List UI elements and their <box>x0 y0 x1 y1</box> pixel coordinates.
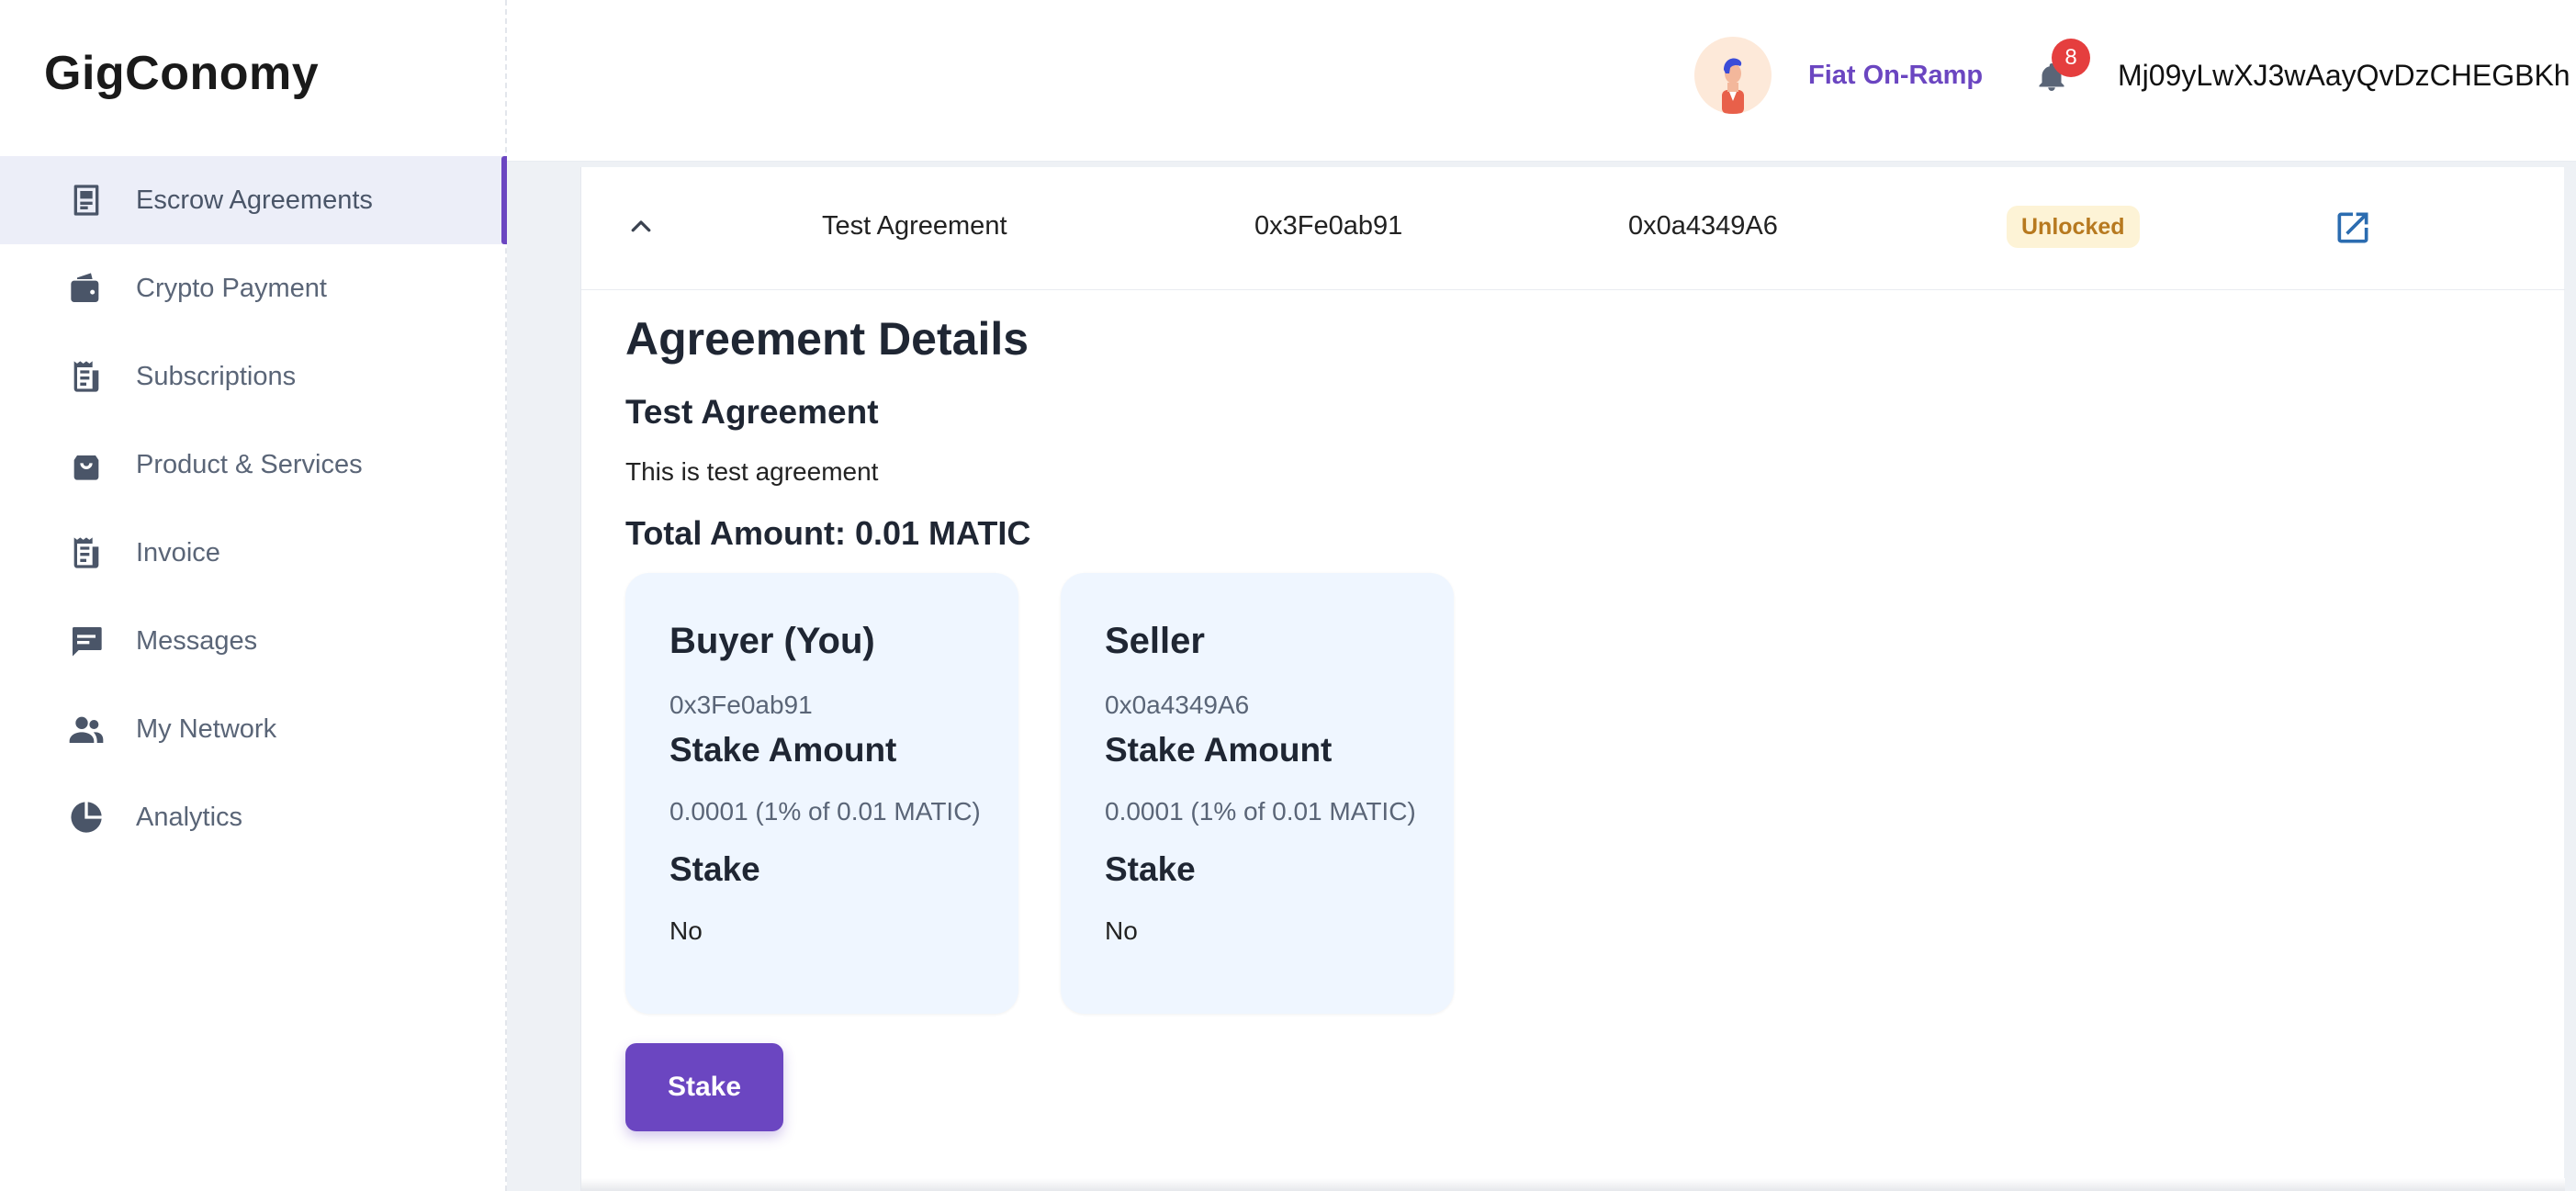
seller-card: Seller 0x0a4349A6 Stake Amount 0.0001 (1… <box>1061 573 1454 1014</box>
sidebar-item-crypto-payment[interactable]: Crypto Payment <box>0 244 507 332</box>
status-badge: Unlocked <box>2007 206 2140 248</box>
sidebar-item-analytics[interactable]: Analytics <box>0 773 507 861</box>
sidebar-item-label: Escrow Agreements <box>136 185 373 215</box>
shopping-bag-icon <box>68 446 105 483</box>
people-icon <box>68 711 105 747</box>
chevron-up-icon[interactable] <box>627 213 655 241</box>
sidebar-item-messages[interactable]: Messages <box>0 597 507 685</box>
horizontal-scrollbar[interactable] <box>581 1178 2565 1191</box>
table-row[interactable]: Test Agreement 0x3Fe0ab91 0x0a4349A6 Unl… <box>581 167 2565 290</box>
fiat-on-ramp-link[interactable]: Fiat On-Ramp <box>1808 61 1983 91</box>
seller-stake-amount-label: Stake Amount <box>1105 731 1333 769</box>
seller-address: 0x0a4349A6 <box>1105 691 1250 719</box>
sidebar: GigConomy Escrow Agreements Crypto Payme… <box>0 0 507 1191</box>
wallet-icon <box>68 270 105 307</box>
seller-address-cell: 0x0a4349A6 <box>1628 211 1778 241</box>
seller-stake-label: Stake <box>1105 850 1196 888</box>
buyer-stake-amount: 0.0001 (1% of 0.01 MATIC) <box>669 797 981 826</box>
wallet-address[interactable]: Mj09yLwXJ3wAayQvDzCHEGBKh <box>2118 59 2574 93</box>
buyer-stake-label: Stake <box>669 850 760 888</box>
details-heading: Agreement Details <box>625 313 1029 365</box>
buyer-stake-amount-label: Stake Amount <box>669 731 897 769</box>
sidebar-item-label: Invoice <box>136 537 220 567</box>
sidebar-item-escrow-agreements[interactable]: Escrow Agreements <box>0 156 507 244</box>
sidebar-nav: Escrow Agreements Crypto Payment Subscri… <box>0 156 507 861</box>
sidebar-item-label: Product & Services <box>136 449 363 479</box>
external-link-icon[interactable] <box>2333 208 2373 248</box>
seller-title: Seller <box>1105 621 1205 661</box>
buyer-address-cell: 0x3Fe0ab91 <box>1254 211 1403 241</box>
sidebar-item-label: Messages <box>136 625 258 656</box>
receipt-icon <box>68 358 105 395</box>
sidebar-item-my-network[interactable]: My Network <box>0 685 507 773</box>
buyer-address: 0x3Fe0ab91 <box>669 691 813 719</box>
buyer-title: Buyer (You) <box>669 621 875 661</box>
receipt-icon <box>68 534 105 571</box>
stake-button[interactable]: Stake <box>625 1043 783 1131</box>
seller-stake-amount: 0.0001 (1% of 0.01 MATIC) <box>1105 797 1416 826</box>
document-icon <box>68 182 105 219</box>
total-amount: Total Amount: 0.01 MATIC <box>625 514 1031 552</box>
sidebar-item-invoice[interactable]: Invoice <box>0 509 507 597</box>
sidebar-item-subscriptions[interactable]: Subscriptions <box>0 332 507 421</box>
sidebar-item-label: My Network <box>136 713 277 744</box>
app-logo[interactable]: GigConomy <box>44 46 319 101</box>
pie-chart-icon <box>68 799 105 836</box>
buyer-stake-value: No <box>669 916 703 945</box>
sidebar-item-label: Crypto Payment <box>136 273 327 303</box>
notification-badge: 8 <box>2052 39 2090 77</box>
sidebar-item-product-services[interactable]: Product & Services <box>0 421 507 509</box>
sidebar-item-label: Analytics <box>136 802 243 832</box>
sidebar-item-label: Subscriptions <box>136 361 297 391</box>
top-header: Fiat On-Ramp 8 Mj09yLwXJ3wAayQvDzCHEGBKh <box>507 0 2576 162</box>
agreement-name-cell: Test Agreement <box>822 211 1007 241</box>
agreement-title: Test Agreement <box>625 393 879 431</box>
avatar[interactable] <box>1694 37 1772 114</box>
chat-icon <box>68 623 105 659</box>
main-content: Test Agreement 0x3Fe0ab91 0x0a4349A6 Unl… <box>580 167 2565 1191</box>
seller-stake-value: No <box>1105 916 1138 945</box>
agreement-description: This is test agreement <box>625 457 879 486</box>
buyer-card: Buyer (You) 0x3Fe0ab91 Stake Amount 0.00… <box>625 573 1018 1014</box>
